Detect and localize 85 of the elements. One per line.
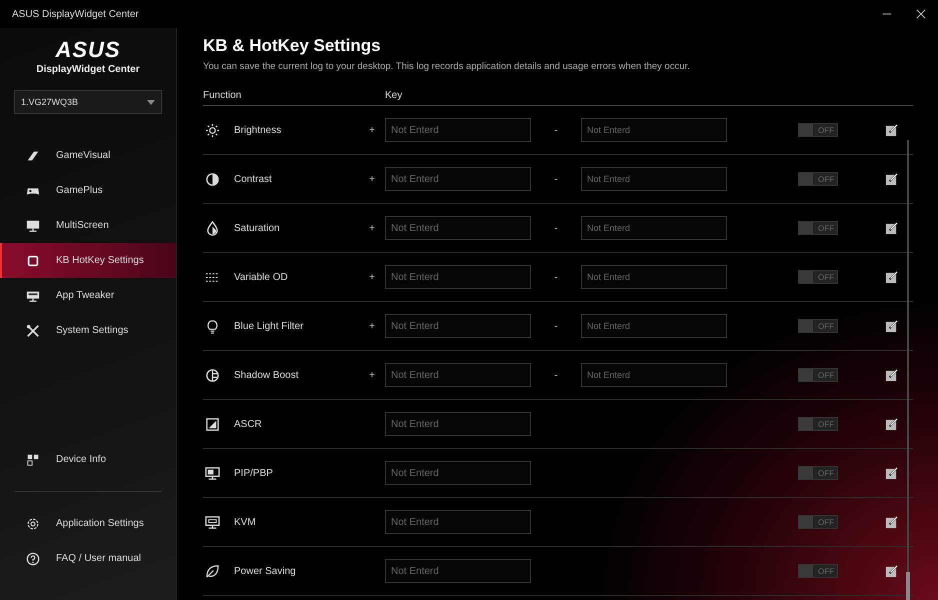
hotkey-field[interactable]: Not Enterd <box>581 167 727 191</box>
hotkey-field[interactable]: Not Enterd <box>385 461 531 485</box>
function-label: ASCR <box>234 418 262 430</box>
plus-sign: + <box>369 124 375 136</box>
minus-sign: - <box>554 174 558 184</box>
plus-sign: + <box>369 222 375 234</box>
scrollbar[interactable] <box>907 140 909 600</box>
edit-icon[interactable] <box>885 320 898 332</box>
edit-icon[interactable] <box>885 564 898 578</box>
slash-mark-icon <box>26 148 40 162</box>
edit-icon[interactable] <box>885 270 898 284</box>
hotkey-field[interactable]: Not Enterd <box>581 118 727 142</box>
minus-sign: - <box>554 222 558 234</box>
column-header: Function <box>203 90 242 101</box>
settings-icon <box>26 516 40 530</box>
sidebar-item[interactable]: Device Info <box>0 442 176 477</box>
drop-icon <box>205 220 220 236</box>
hotkey-field[interactable]: Not Enterd <box>385 216 531 240</box>
minus-sign: - <box>554 320 558 332</box>
square-icon <box>26 254 40 268</box>
hotkey-field[interactable]: Not Enterd <box>385 314 531 338</box>
bulb-icon <box>205 318 220 334</box>
function-label: Brightness <box>234 124 282 136</box>
sidebar-item[interactable]: System Settings <box>0 313 176 348</box>
sidebar-item[interactable]: App Tweaker <box>0 278 176 313</box>
hotkey-field[interactable]: Not Enterd <box>385 412 531 436</box>
edit-icon[interactable] <box>885 418 898 430</box>
help-icon <box>26 552 40 566</box>
function-label: Power Saving <box>234 566 296 576</box>
edit-icon[interactable] <box>885 222 898 234</box>
sun-icon <box>205 122 220 138</box>
monitor-icon <box>26 218 40 232</box>
function-label: Contrast <box>234 174 272 184</box>
app-name: DisplayWidget Center <box>36 64 140 75</box>
minus-sign: - <box>554 272 558 282</box>
window-title: ASUS DisplayWidget Center <box>12 8 139 20</box>
edit-icon[interactable] <box>885 368 898 382</box>
page-description: You can save the current log to your desktop. This log records application details and usage errors when they occur. <box>203 61 691 72</box>
plus-sign: + <box>369 272 375 282</box>
column-header: Key <box>385 90 402 101</box>
hotkey-field[interactable]: Not Enterd <box>385 265 531 289</box>
page-title: KB & HotKey Settings <box>203 36 382 56</box>
monitor-icon <box>205 514 220 530</box>
sidebar-item[interactable]: FAQ / User manual <box>0 541 176 576</box>
hotkey-field[interactable]: Not Enterd <box>385 167 531 191</box>
function-label: Shadow Boost <box>234 370 298 380</box>
plus-sign: + <box>369 174 375 184</box>
hotkey-field[interactable]: Not Enterd <box>581 216 727 240</box>
function-label: Variable OD <box>234 272 288 282</box>
sidebar-item[interactable]: KB HotKey Settings <box>0 243 176 278</box>
minus-sign: - <box>554 124 558 136</box>
hotkey-field[interactable]: Not Enterd <box>385 559 531 583</box>
hotkey-field[interactable]: Not Enterd <box>385 118 531 142</box>
function-label: Saturation <box>234 222 280 234</box>
function-label: PIP/PBP <box>234 468 273 478</box>
edit-icon[interactable] <box>885 124 898 136</box>
hotkey-field[interactable]: Not Enterd <box>581 265 727 289</box>
brand-logo: ASUS <box>55 38 121 62</box>
sidebar-item[interactable]: Application Settings <box>0 506 176 541</box>
function-label: Blue Light Filter <box>234 320 304 332</box>
contrast-icon <box>205 172 220 186</box>
half-circle-icon <box>205 368 220 382</box>
function-label: KVM <box>234 516 256 528</box>
sidebar-item[interactable]: GameVisual <box>0 138 176 173</box>
minus-sign: - <box>554 370 558 380</box>
hotkey-field[interactable]: Not Enterd <box>581 363 727 387</box>
gradient-square-icon <box>205 416 220 432</box>
edit-icon[interactable] <box>885 466 898 480</box>
hotkey-field[interactable]: Not Enterd <box>581 314 727 338</box>
leaf-icon <box>205 564 220 578</box>
edit-icon[interactable] <box>885 516 898 528</box>
tools-icon <box>26 324 40 338</box>
caret-icon <box>147 100 155 104</box>
close-icon[interactable] <box>916 9 926 19</box>
sidebar-item[interactable]: GamePlus <box>0 173 176 208</box>
grid-icon <box>26 452 40 466</box>
plus-sign: + <box>369 320 375 332</box>
monitor-dropdown[interactable]: 1.VG27WQ3B <box>14 90 162 114</box>
sidebar-item[interactable]: MultiScreen <box>0 208 176 243</box>
monitor-icon <box>205 466 220 480</box>
hotkey-field[interactable]: Not Enterd <box>385 363 531 387</box>
plus-sign: + <box>369 370 375 380</box>
edit-icon[interactable] <box>885 172 898 186</box>
monitor-icon <box>26 288 40 302</box>
hotkey-field[interactable]: Not Enterd <box>385 510 531 534</box>
